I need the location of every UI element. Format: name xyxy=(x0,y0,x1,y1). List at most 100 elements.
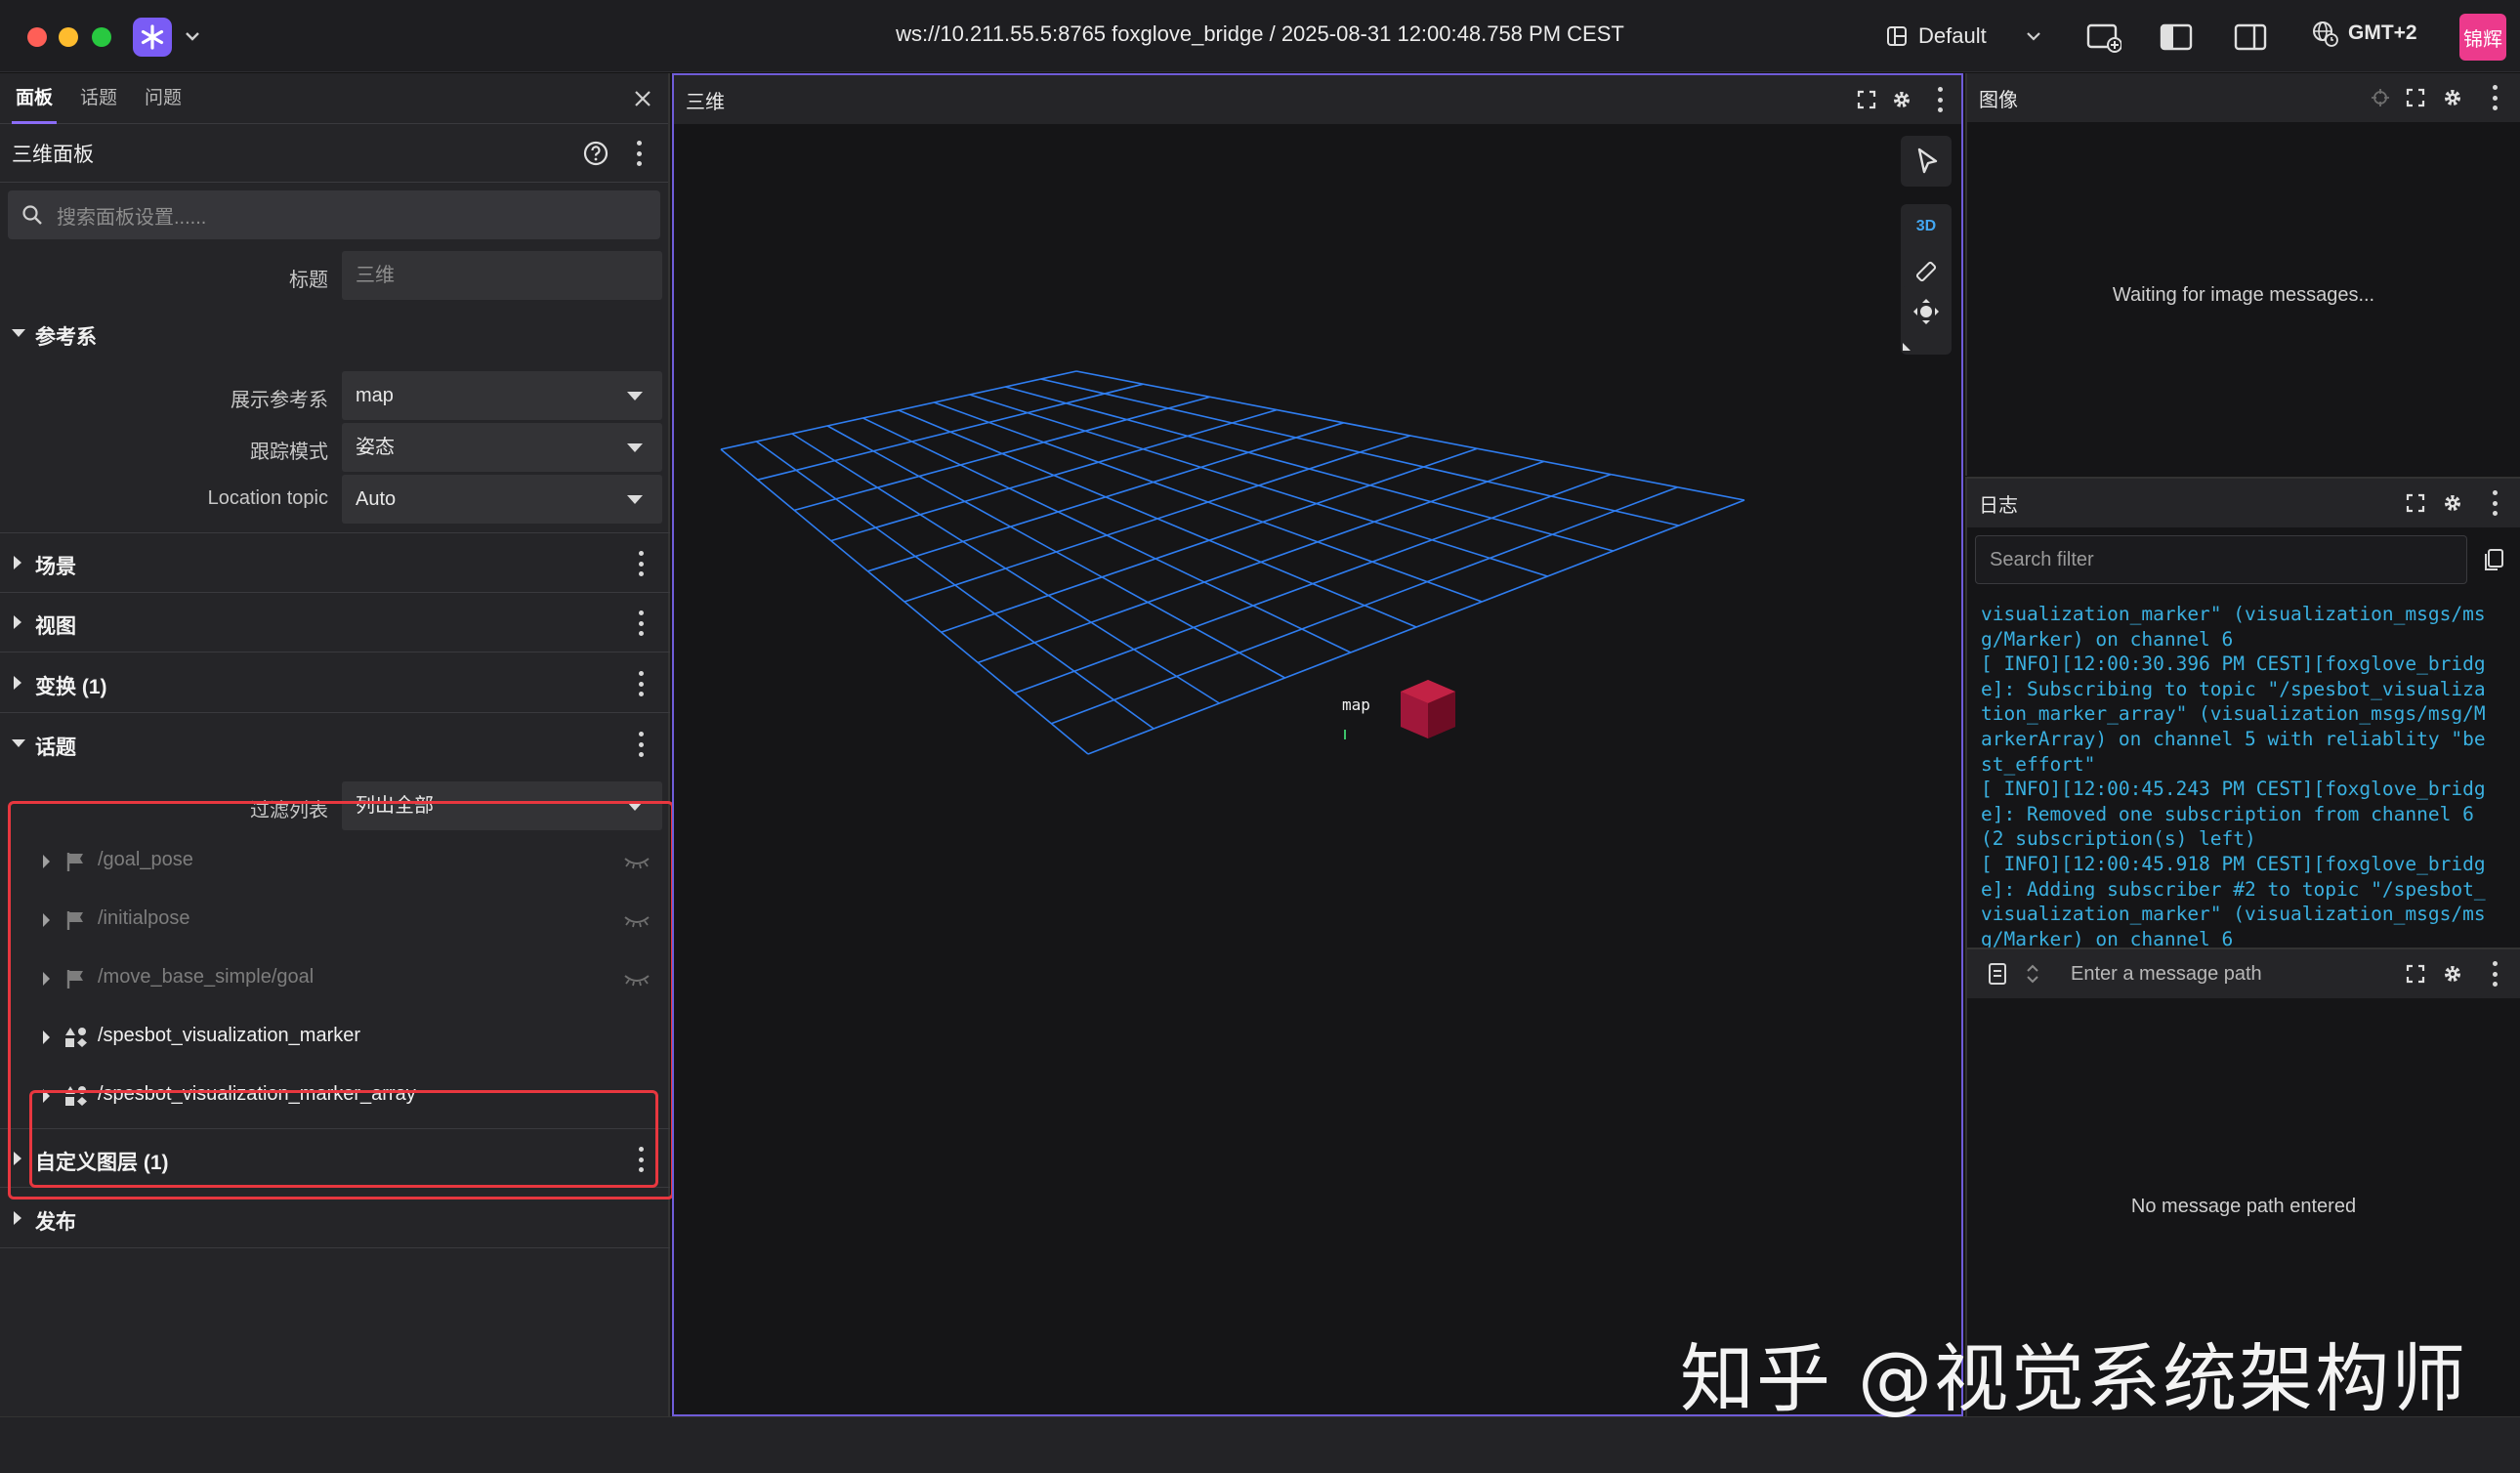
topics-section-title: 话题 xyxy=(35,736,76,759)
grid-line xyxy=(755,441,1155,730)
chevron-right-icon xyxy=(14,676,21,690)
tab-topics[interactable]: 话题 xyxy=(80,73,117,124)
tab-problems[interactable]: 问题 xyxy=(145,73,182,124)
transforms-section-title: 变换 (1) xyxy=(35,676,107,698)
user-avatar[interactable]: 锦辉 xyxy=(2459,14,2506,61)
log-panel-toolbar: 日志 xyxy=(1967,479,2520,527)
close-icon[interactable] xyxy=(631,87,654,110)
3d-mode-toggle[interactable]: 3D xyxy=(1901,218,1952,235)
scene-section-header[interactable]: 场景 xyxy=(0,533,670,593)
tab-panels[interactable]: 面板 xyxy=(11,73,58,124)
more-options-icon[interactable] xyxy=(2491,961,2499,987)
move-camera-icon xyxy=(1913,299,1939,324)
connection-title: ws://10.211.55.5:8765 foxglove_bridge / … xyxy=(896,21,1624,46)
display-frame-value: map xyxy=(356,385,394,406)
panel-settings-header: 三维面板 xyxy=(0,124,668,183)
select-tool-button[interactable] xyxy=(1901,136,1952,187)
raw-messages-toolbar: Enter a message path xyxy=(1967,949,2520,998)
chevron-down-icon xyxy=(12,739,25,747)
settings-search-input[interactable]: 搜索面板设置...... xyxy=(8,190,660,239)
grid-line xyxy=(826,425,1285,679)
location-topic-label: Location topic xyxy=(207,487,328,509)
left-sidebar-toggle-icon[interactable] xyxy=(2159,21,2194,53)
3d-scene-canvas[interactable]: map xyxy=(674,124,1961,1414)
more-options-icon[interactable] xyxy=(637,732,645,757)
log-search-input[interactable]: Search filter xyxy=(1975,535,2467,584)
log-line: [ INFO][12:00:30.396 PM CEST][foxglove_b… xyxy=(1981,652,2486,676)
add-panel-icon[interactable] xyxy=(2086,21,2121,53)
settings-search-placeholder: 搜索面板设置...... xyxy=(57,206,207,229)
transforms-section-header[interactable]: 变换 (1) xyxy=(0,653,670,713)
log-panel-title: 日志 xyxy=(1979,494,2018,517)
message-path-input[interactable]: Enter a message path xyxy=(2071,963,2262,986)
grid-line xyxy=(791,433,1220,704)
dropdown-caret-icon xyxy=(627,443,643,452)
fullscreen-icon[interactable] xyxy=(1856,89,1877,110)
chevron-down-icon xyxy=(2026,32,2040,41)
more-options-icon[interactable] xyxy=(637,610,645,636)
ruler-icon[interactable] xyxy=(1913,259,1939,284)
chevron-right-icon xyxy=(14,615,21,629)
settings-sidebar: 面板 话题 问题 三维面板 搜索面板设置...... 标题 三维 参考系 展示参… xyxy=(0,73,674,1416)
grid-line xyxy=(941,447,1478,633)
highlight-box xyxy=(29,1090,658,1188)
grid-line xyxy=(977,460,1545,664)
timezone-selector[interactable]: GMT+2 xyxy=(2311,20,2417,47)
log-panel[interactable]: 日志 Search filter visualization_marker" (… xyxy=(1965,477,2520,950)
more-options-icon[interactable] xyxy=(637,671,645,696)
log-line: e]: Adding subscriber #2 to topic "/spes… xyxy=(1981,877,2486,901)
gear-icon[interactable] xyxy=(2442,492,2463,514)
more-options-icon[interactable] xyxy=(2491,85,2499,110)
layout-icon xyxy=(1887,26,1907,46)
publish-section-title: 发布 xyxy=(35,1211,76,1234)
dropdown-caret-icon xyxy=(627,392,643,400)
frame-section-header[interactable]: 参考系 xyxy=(0,304,670,363)
right-sidebar-toggle-icon[interactable] xyxy=(2233,21,2268,53)
reset-view-button[interactable] xyxy=(1901,286,1952,337)
follow-mode-select[interactable]: 姿态 xyxy=(342,423,662,472)
image-waiting-message: Waiting for image messages... xyxy=(2112,284,2375,306)
3d-panel-toolbar: 三维 xyxy=(674,75,1961,124)
image-panel-title: 图像 xyxy=(1979,89,2018,111)
copy-icon[interactable] xyxy=(2481,547,2506,572)
crosshair-icon[interactable] xyxy=(2370,87,2391,108)
fullscreen-icon[interactable] xyxy=(2405,963,2426,985)
diff-icon[interactable] xyxy=(1985,961,2010,987)
location-topic-select[interactable]: Auto xyxy=(342,475,662,524)
frame-axis-label: map xyxy=(1342,695,1370,714)
more-options-icon[interactable] xyxy=(1936,87,1944,112)
follow-mode-label: 跟踪模式 xyxy=(250,442,328,463)
3d-panel[interactable]: 三维 map 3D xyxy=(672,73,1963,1416)
scene-section-title: 场景 xyxy=(35,556,76,578)
more-options-icon[interactable] xyxy=(637,551,645,576)
topics-section-header[interactable]: 话题 xyxy=(0,714,670,774)
location-topic-value: Auto xyxy=(356,488,397,510)
log-line: tion_marker_array" (visualization_msgs/m… xyxy=(1981,702,2486,726)
gear-icon[interactable] xyxy=(2442,87,2463,108)
panel-settings-title: 三维面板 xyxy=(12,143,94,166)
title-field-input[interactable]: 三维 xyxy=(342,251,662,300)
fullscreen-icon[interactable] xyxy=(2405,492,2426,514)
gear-icon[interactable] xyxy=(2442,963,2463,985)
follow-mode-value: 姿态 xyxy=(356,437,395,458)
watermark-text: 知乎 @视觉系统架构师 xyxy=(1680,1335,2468,1422)
location-topic-row: Location topic Auto xyxy=(0,475,670,524)
help-icon[interactable] xyxy=(582,140,609,167)
gear-icon[interactable] xyxy=(1891,89,1912,110)
sort-icon[interactable] xyxy=(2024,961,2041,987)
image-panel[interactable]: 图像 Waiting for image messages... xyxy=(1965,73,2520,476)
view-section-header[interactable]: 视图 xyxy=(0,593,670,652)
log-line: e]: Subscribing to topic "/spesbot_visua… xyxy=(1981,677,2486,700)
image-panel-toolbar: 图像 xyxy=(1967,73,2520,122)
log-line: [ INFO][12:00:45.918 PM CEST][foxglove_b… xyxy=(1981,852,2486,875)
log-line: arkerArray) on channel 5 with reliablity… xyxy=(1981,727,2486,750)
more-options-icon[interactable] xyxy=(2491,490,2499,516)
layout-selector[interactable]: Default xyxy=(1885,16,2043,57)
log-line: g/Marker) on channel 6 xyxy=(1981,627,2234,651)
more-options-icon[interactable] xyxy=(635,141,643,166)
cursor-icon xyxy=(1917,147,1938,174)
display-frame-label: 展示参考系 xyxy=(231,390,328,411)
fullscreen-icon[interactable] xyxy=(2405,87,2426,108)
3d-panel-title: 三维 xyxy=(686,91,725,113)
display-frame-select[interactable]: map xyxy=(342,371,662,420)
